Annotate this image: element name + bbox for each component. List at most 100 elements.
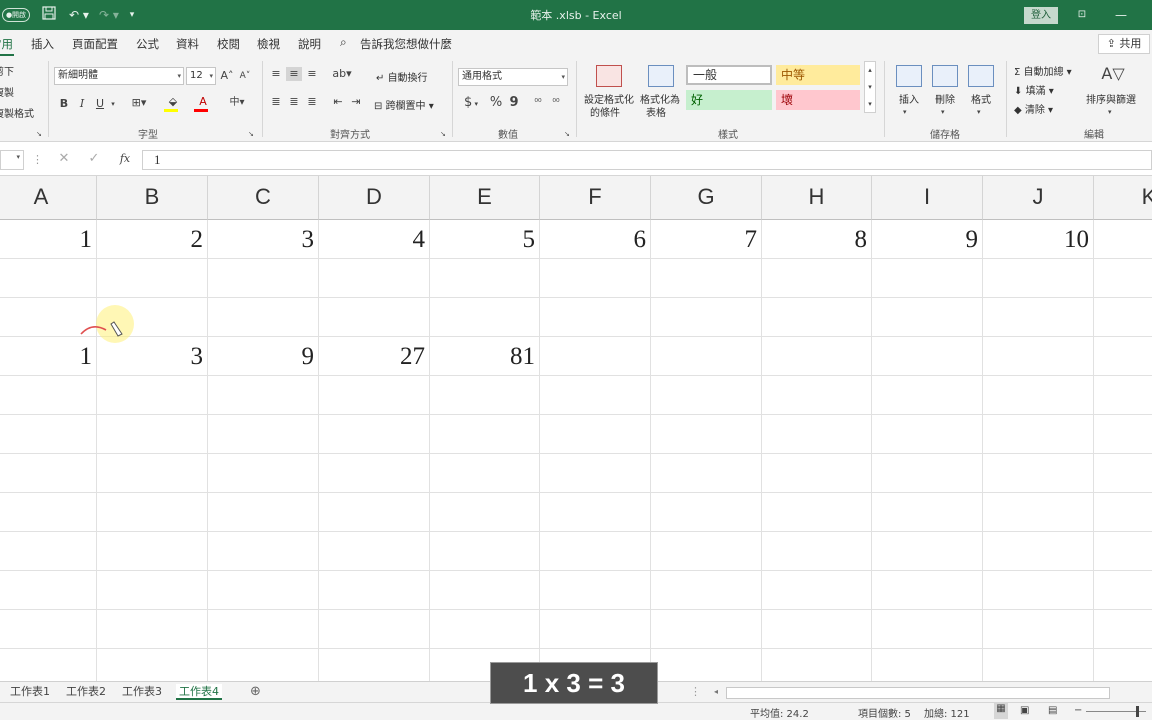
cell-e-r11[interactable] — [430, 610, 540, 649]
number-launcher-icon[interactable]: ↘ — [564, 127, 570, 141]
cell-f-r6[interactable] — [540, 415, 651, 454]
style-neutral[interactable]: 中等 — [776, 65, 860, 85]
cell-j-r9[interactable] — [983, 532, 1094, 571]
increase-decimal-icon[interactable]: ⁰⁰ — [530, 96, 546, 110]
cell-i-r5[interactable] — [872, 376, 983, 415]
column-header-a[interactable]: A — [0, 176, 97, 220]
cell-f-r10[interactable] — [540, 571, 651, 610]
cell-f-r4[interactable] — [540, 337, 651, 376]
cell-d-r4[interactable]: 27 — [319, 337, 430, 376]
cell-h-r6[interactable] — [762, 415, 872, 454]
cell-c-r12[interactable] — [208, 649, 319, 681]
cell-i-r12[interactable] — [872, 649, 983, 681]
font-name-select[interactable]: 新細明體 ▾ — [54, 67, 184, 85]
phonetic-icon[interactable]: 中▾ — [226, 96, 248, 110]
cell-a-r1[interactable]: 1 — [0, 220, 97, 259]
cell-k-r10[interactable] — [1094, 571, 1152, 610]
search-icon[interactable]: ⌕ — [340, 35, 347, 50]
cell-b-r8[interactable] — [97, 493, 208, 532]
cell-c-r10[interactable] — [208, 571, 319, 610]
cell-e-r6[interactable] — [430, 415, 540, 454]
column-header-h[interactable]: H — [762, 176, 872, 220]
decrease-indent-icon[interactable]: ⇤ — [330, 95, 346, 109]
cell-e-r7[interactable] — [430, 454, 540, 493]
cell-j-r3[interactable] — [983, 298, 1094, 337]
align-center-icon[interactable]: ≣ — [286, 95, 302, 109]
cell-d-r6[interactable] — [319, 415, 430, 454]
copy-button[interactable]: 複製 — [0, 84, 14, 99]
cell-j-r6[interactable] — [983, 415, 1094, 454]
sheet-tab-1[interactable]: 工作表1 — [10, 684, 50, 700]
insert-function-icon[interactable]: fx — [116, 152, 134, 166]
scroll-left-icon[interactable]: ◂ — [714, 684, 718, 700]
cell-c-r11[interactable] — [208, 610, 319, 649]
new-sheet-icon[interactable]: ⊕ — [250, 684, 261, 700]
cut-button[interactable]: 剪下 — [0, 63, 14, 78]
alignment-launcher-icon[interactable]: ↘ — [440, 127, 446, 141]
increase-indent-icon[interactable]: ⇥ — [348, 95, 364, 109]
clear-button[interactable]: ◆ 清除 ▾ — [1014, 101, 1053, 116]
cell-c-r9[interactable] — [208, 532, 319, 571]
column-header-j[interactable]: J — [983, 176, 1094, 220]
cell-h-r12[interactable] — [762, 649, 872, 681]
italic-button[interactable]: I — [76, 97, 88, 111]
cell-f-r1[interactable]: 6 — [540, 220, 651, 259]
cell-k-r9[interactable] — [1094, 532, 1152, 571]
cell-c-r5[interactable] — [208, 376, 319, 415]
cell-k-r11[interactable] — [1094, 610, 1152, 649]
cell-g-r2[interactable] — [651, 259, 762, 298]
cell-c-r3[interactable] — [208, 298, 319, 337]
wrap-text-button[interactable]: ↵ 自動換行 — [376, 69, 428, 84]
cell-k-r8[interactable] — [1094, 493, 1152, 532]
cell-b-r1[interactable]: 2 — [97, 220, 208, 259]
sheet-tab-2[interactable]: 工作表2 — [66, 684, 106, 700]
cell-c-r2[interactable] — [208, 259, 319, 298]
fill-color-icon[interactable]: ⬙ — [162, 95, 184, 112]
font-color-icon[interactable]: A — [192, 95, 214, 112]
cell-a-r7[interactable] — [0, 454, 97, 493]
conditional-formatting-icon[interactable] — [596, 65, 622, 87]
cell-k-r4[interactable] — [1094, 337, 1152, 376]
cell-d-r3[interactable] — [319, 298, 430, 337]
normal-view-icon[interactable]: ▦ — [994, 703, 1008, 719]
cell-f-r5[interactable] — [540, 376, 651, 415]
page-layout-view-icon[interactable]: ▣ — [1020, 705, 1029, 716]
cell-d-r5[interactable] — [319, 376, 430, 415]
login-button[interactable]: 登入 — [1024, 7, 1058, 24]
cell-j-r2[interactable] — [983, 259, 1094, 298]
accounting-format-button[interactable]: $ ▾ — [460, 96, 482, 111]
format-cells-label[interactable]: 格式 — [971, 91, 991, 106]
cell-a-r6[interactable] — [0, 415, 97, 454]
cell-c-r1[interactable]: 3 — [208, 220, 319, 259]
cell-i-r9[interactable] — [872, 532, 983, 571]
cell-j-r10[interactable] — [983, 571, 1094, 610]
cell-i-r11[interactable] — [872, 610, 983, 649]
delete-cells-label[interactable]: 刪除 — [935, 91, 955, 106]
cell-g-r8[interactable] — [651, 493, 762, 532]
cell-k-r12[interactable] — [1094, 649, 1152, 681]
cell-k-r6[interactable] — [1094, 415, 1152, 454]
percent-style-button[interactable]: % — [488, 96, 504, 110]
format-painter-button[interactable]: 複製格式 — [0, 105, 34, 120]
format-as-table-label-2[interactable]: 表格 — [646, 104, 666, 119]
cell-g-r3[interactable] — [651, 298, 762, 337]
column-header-b[interactable]: B — [97, 176, 208, 220]
cell-c-r6[interactable] — [208, 415, 319, 454]
cell-h-r1[interactable]: 8 — [762, 220, 872, 259]
cell-g-r1[interactable]: 7 — [651, 220, 762, 259]
column-header-k[interactable]: K — [1094, 176, 1152, 220]
cell-j-r8[interactable] — [983, 493, 1094, 532]
cell-e-r8[interactable] — [430, 493, 540, 532]
cell-j-r11[interactable] — [983, 610, 1094, 649]
sheet-tab-3[interactable]: 工作表3 — [122, 684, 162, 700]
cell-b-r12[interactable] — [97, 649, 208, 681]
style-bad[interactable]: 壞 — [776, 90, 860, 110]
cell-d-r9[interactable] — [319, 532, 430, 571]
cell-f-r8[interactable] — [540, 493, 651, 532]
cell-a-r11[interactable] — [0, 610, 97, 649]
cell-i-r8[interactable] — [872, 493, 983, 532]
cell-h-r5[interactable] — [762, 376, 872, 415]
ribbon-display-icon[interactable]: ⊡ — [1074, 6, 1090, 24]
cell-e-r5[interactable] — [430, 376, 540, 415]
cell-f-r9[interactable] — [540, 532, 651, 571]
